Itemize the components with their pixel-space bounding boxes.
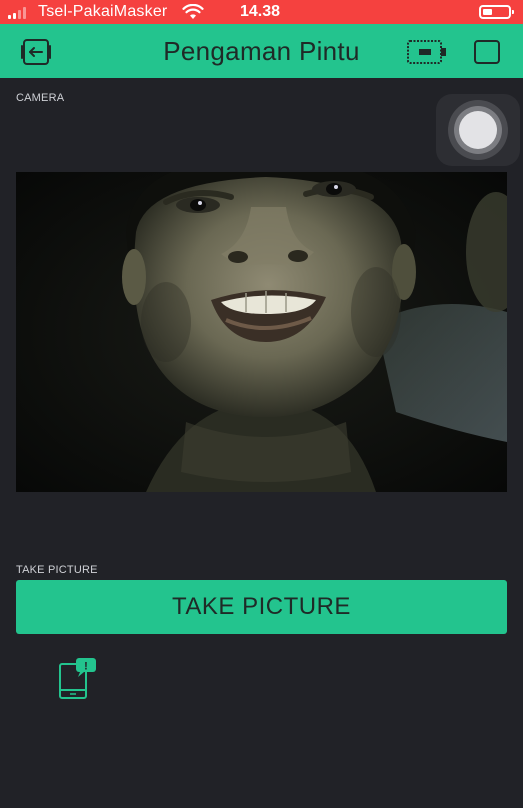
- device-icon[interactable]: [406, 38, 448, 66]
- status-bar: Tsel-PakaiMasker 14.38: [0, 0, 523, 24]
- assistive-touch-button[interactable]: [436, 94, 520, 166]
- square-icon[interactable]: [474, 40, 500, 64]
- camera-feed: [16, 172, 507, 492]
- wifi-icon: [182, 4, 204, 19]
- carrier-name: Tsel-PakaiMasker: [38, 3, 168, 20]
- notification-icon[interactable]: !: [56, 656, 100, 702]
- take-picture-button[interactable]: TAKE PICTURE: [16, 580, 507, 634]
- battery-icon: [479, 5, 514, 19]
- app-header: Pengaman Pintu: [0, 24, 523, 78]
- notification-badge: !: [84, 661, 88, 673]
- take-picture-widget-label: TAKE PICTURE: [16, 564, 98, 576]
- clock: 14.38: [240, 3, 281, 20]
- signal-icon: [8, 7, 26, 19]
- camera-widget-label: CAMERA: [16, 92, 65, 104]
